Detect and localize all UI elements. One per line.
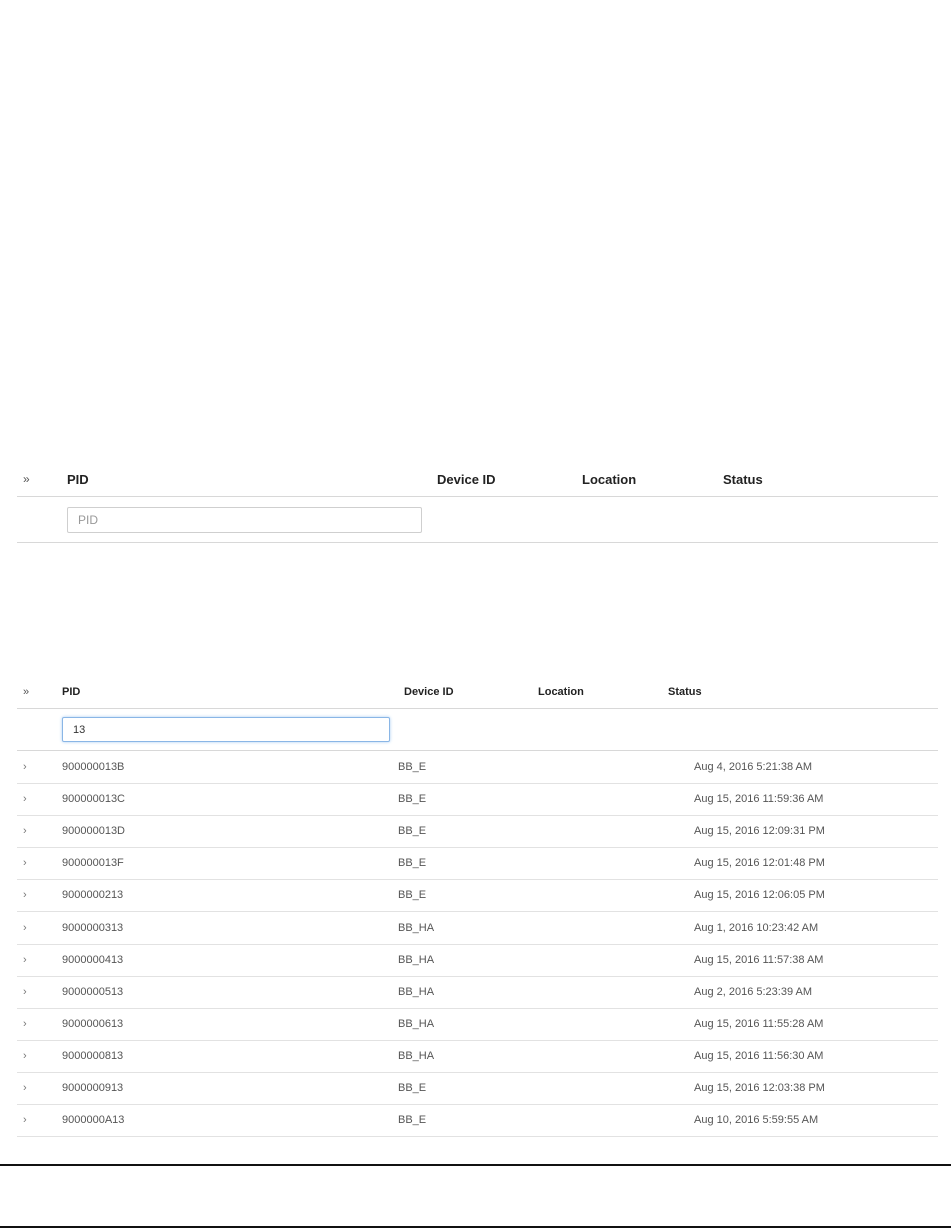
row-expand-icon[interactable]: ›: [23, 1114, 27, 1126]
cell-status: Aug 15, 2016 12:03:38 PM: [694, 1082, 825, 1094]
row-expand-icon[interactable]: ›: [23, 1050, 27, 1062]
table-row[interactable]: › 900000013F BB_E Aug 15, 2016 12:01:48 PM: [17, 847, 938, 881]
column-header-status[interactable]: Status: [723, 472, 763, 487]
cell-pid: 900000013B: [62, 761, 125, 773]
cell-pid: 9000000913: [62, 1082, 124, 1094]
header-divider: [17, 708, 938, 709]
table-row[interactable]: › 9000000213 BB_E Aug 15, 2016 12:06:05 PM: [17, 879, 938, 913]
cell-pid: 9000000613: [62, 1017, 124, 1030]
cell-device-id: BB_E: [398, 761, 427, 773]
column-header-pid[interactable]: PID: [67, 472, 89, 487]
cell-pid: 9000000813: [62, 1049, 124, 1062]
row-expand-icon[interactable]: ›: [23, 793, 27, 805]
table-row[interactable]: › 900000013C BB_E Aug 15, 2016 11:59:36 AM: [17, 783, 938, 817]
cell-pid: 9000000213: [62, 889, 124, 902]
cell-device-id: BB_HA: [398, 921, 435, 934]
row-expand-icon[interactable]: ›: [23, 761, 27, 773]
cell-device-id: BB_HA: [398, 953, 435, 966]
cell-status: Aug 10, 2016 5:59:55 AM: [694, 1114, 819, 1127]
cell-pid: 9000000A13: [62, 1114, 125, 1127]
cell-status: Aug 4, 2016 5:21:38 AM: [694, 761, 813, 773]
cell-status: Aug 15, 2016 11:59:36 AM: [694, 793, 824, 806]
column-header-location[interactable]: Location: [582, 472, 636, 487]
cell-status: Aug 2, 2016 5:23:39 AM: [694, 985, 813, 998]
cell-device-id: BB_E: [398, 889, 427, 902]
expand-all-icon[interactable]: »: [23, 686, 29, 698]
page-divider-top: [0, 1164, 951, 1166]
table-row[interactable]: › 9000000A13 BB_E Aug 10, 2016 5:59:55 AM: [17, 1104, 938, 1138]
column-header-device-id[interactable]: Device ID: [437, 472, 496, 487]
cell-pid: 9000000513: [62, 985, 124, 998]
filter-row-divider: [17, 542, 938, 543]
row-expand-icon[interactable]: ›: [23, 954, 27, 966]
table-row[interactable]: › 9000000813 BB_HA Aug 15, 2016 11:56:30 AM: [17, 1040, 938, 1073]
table-row[interactable]: › 9000000613 BB_HA Aug 15, 2016 11:55:28 AM: [17, 1008, 938, 1041]
table-row[interactable]: › 9000000313 BB_HA Aug 1, 2016 10:23:42 AM: [17, 912, 938, 945]
table-row[interactable]: › 900000013D BB_E Aug 15, 2016 12:09:31 PM: [17, 815, 938, 849]
cell-status: Aug 1, 2016 10:23:42 AM: [694, 921, 819, 934]
row-expand-icon[interactable]: ›: [23, 922, 27, 934]
column-header-pid[interactable]: PID: [62, 686, 80, 698]
cell-status: Aug 15, 2016 11:56:30 AM: [694, 1049, 824, 1062]
row-expand-icon[interactable]: ›: [23, 857, 27, 869]
cell-device-id: BB_HA: [398, 1017, 435, 1030]
column-header-location[interactable]: Location: [538, 686, 584, 698]
column-header-device-id[interactable]: Device ID: [404, 686, 454, 698]
cell-pid: 900000013C: [62, 793, 126, 806]
pid-filter-input[interactable]: [62, 717, 390, 742]
table-row[interactable]: › 9000000913 BB_E Aug 15, 2016 12:03:38 PM: [17, 1072, 938, 1105]
cell-pid: 900000013F: [62, 857, 124, 870]
header-divider: [17, 496, 938, 497]
cell-status: Aug 15, 2016 12:09:31 PM: [694, 825, 825, 838]
cell-status: Aug 15, 2016 11:57:38 AM: [694, 953, 824, 966]
cell-device-id: BB_E: [398, 857, 427, 870]
table-row[interactable]: › 9000000413 BB_HA Aug 15, 2016 11:57:38 AM: [17, 944, 938, 977]
row-expand-icon[interactable]: ›: [23, 825, 27, 837]
cell-pid: 900000013D: [62, 825, 126, 838]
row-expand-icon[interactable]: ›: [23, 1082, 27, 1094]
row-expand-icon[interactable]: ›: [23, 889, 27, 901]
column-header-status[interactable]: Status: [668, 686, 702, 698]
row-expand-icon[interactable]: ›: [23, 986, 27, 998]
cell-status: Aug 15, 2016 12:01:48 PM: [694, 857, 825, 870]
cell-device-id: BB_E: [398, 1082, 427, 1094]
cell-device-id: BB_E: [398, 1114, 427, 1127]
pid-filter-input[interactable]: [67, 507, 422, 533]
cell-device-id: BB_E: [398, 825, 427, 838]
table-row[interactable]: › 900000013B BB_E Aug 4, 2016 5:21:38 AM: [17, 751, 938, 784]
cell-device-id: BB_E: [398, 793, 427, 806]
row-expand-icon[interactable]: ›: [23, 1018, 27, 1030]
cell-pid: 9000000413: [62, 953, 124, 966]
table-row[interactable]: › 9000000513 BB_HA Aug 2, 2016 5:23:39 AM: [17, 976, 938, 1009]
cell-status: Aug 15, 2016 11:55:28 AM: [694, 1017, 824, 1030]
page-divider-bottom: [0, 1226, 951, 1228]
cell-pid: 9000000313: [62, 921, 124, 934]
expand-all-icon[interactable]: »: [23, 472, 30, 486]
cell-device-id: BB_HA: [398, 1049, 435, 1062]
cell-device-id: BB_HA: [398, 985, 435, 998]
cell-status: Aug 15, 2016 12:06:05 PM: [694, 889, 825, 902]
